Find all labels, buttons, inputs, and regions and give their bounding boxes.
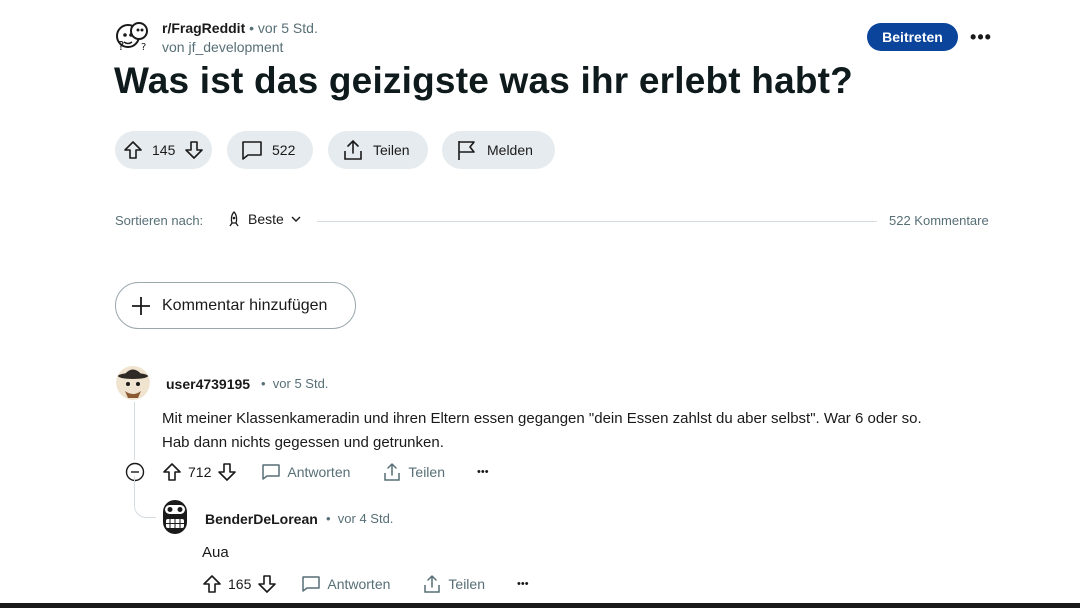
upvote-icon[interactable] — [202, 574, 222, 594]
reply-label: Antworten — [287, 464, 351, 480]
share-button[interactable]: Teilen — [382, 462, 445, 482]
meta-separator: • — [326, 511, 338, 526]
downvote-icon[interactable] — [184, 140, 204, 160]
comments-count: 522 — [272, 142, 296, 158]
svg-text:?: ? — [141, 42, 146, 53]
avatar[interactable] — [116, 364, 150, 400]
plus-icon — [130, 295, 152, 317]
svg-text:?: ? — [118, 39, 124, 53]
share-icon — [382, 462, 402, 482]
thread-line[interactable] — [134, 402, 135, 460]
share-button[interactable]: Teilen — [328, 131, 428, 169]
comment-body: Mit meiner Klassenkameradin und ihren El… — [162, 407, 1022, 455]
share-label: Teilen — [373, 142, 410, 158]
comment-line: Mit meiner Klassenkameradin und ihren El… — [162, 410, 922, 427]
sort-dropdown[interactable]: Beste — [226, 211, 302, 227]
reply-button[interactable]: Antworten — [301, 575, 390, 593]
reply-button[interactable]: Antworten — [261, 463, 350, 481]
add-comment-label: Kommentar hinzufügen — [162, 296, 328, 314]
report-label: Melden — [487, 142, 533, 158]
avatar[interactable] — [158, 498, 192, 536]
meta-separator: • — [249, 20, 258, 36]
share-button[interactable]: Teilen — [422, 574, 485, 594]
divider — [317, 221, 877, 222]
flag-icon — [456, 139, 478, 161]
comment-line: Hab dann nichts gegessen und getrunken. — [162, 434, 444, 451]
comment-count: 522 Kommentare — [889, 213, 989, 228]
comment-meta: • vor 4 Std. — [326, 511, 393, 526]
post-vote-count: 145 — [152, 142, 176, 158]
comment-more-button[interactable]: ••• — [477, 466, 489, 478]
upvote-icon[interactable] — [123, 140, 143, 160]
comments-button[interactable]: 522 — [227, 131, 313, 169]
rocket-icon — [226, 211, 242, 227]
post-author[interactable]: von jf_development — [162, 39, 283, 55]
reply-label: Antworten — [327, 576, 391, 592]
comment-meta: • vor 5 Std. — [261, 376, 328, 391]
post-title: Was ist das geizigste was ihr erlebt hab… — [114, 60, 853, 101]
downvote-icon[interactable] — [257, 574, 277, 594]
meta-separator: • — [261, 376, 273, 391]
comment-author[interactable]: user4739195 — [166, 376, 250, 392]
comment-icon — [301, 575, 321, 593]
comment-body: Aua — [202, 541, 502, 565]
comment-vote-count: 712 — [188, 464, 212, 480]
comment-more-button[interactable]: ••• — [517, 578, 529, 590]
comment-vote: 165 — [202, 574, 277, 594]
share-label: Teilen — [448, 576, 485, 592]
comment-author[interactable]: BenderDeLorean — [205, 511, 318, 527]
post-vote-pill: 145 — [115, 131, 212, 169]
screen-bottom-edge — [0, 603, 1080, 608]
share-icon — [342, 139, 364, 161]
comment-actions: 165 Antworten Teilen ••• — [202, 574, 529, 594]
share-label: Teilen — [408, 464, 445, 480]
thread-connector — [134, 476, 156, 518]
comment-icon — [261, 463, 281, 481]
report-button[interactable]: Melden — [442, 131, 555, 169]
subreddit-meta: r/FragReddit • vor 5 Std. — [162, 20, 318, 36]
upvote-icon[interactable] — [162, 462, 182, 482]
share-icon — [422, 574, 442, 594]
comment-icon — [241, 140, 263, 160]
comment-time: vor 4 Std. — [337, 511, 394, 526]
comment-line: Aua — [202, 544, 229, 561]
comment-vote-count: 165 — [228, 576, 252, 592]
subreddit-name[interactable]: r/FragReddit — [162, 20, 245, 36]
add-comment-button[interactable]: Kommentar hinzufügen — [115, 282, 356, 329]
subreddit-avatar[interactable]: ? ? — [114, 20, 152, 56]
comment-time: vor 5 Std. — [272, 376, 329, 391]
downvote-icon[interactable] — [217, 462, 237, 482]
chevron-down-icon — [290, 213, 302, 225]
comment-vote: 712 — [162, 462, 237, 482]
sort-label: Sortieren nach: — [115, 213, 204, 228]
post-time: vor 5 Std. — [257, 20, 318, 36]
post-more-button[interactable]: ••• — [964, 24, 998, 50]
comment-actions: 712 Antworten Teilen ••• — [162, 462, 489, 482]
sort-value: Beste — [248, 211, 284, 227]
join-button[interactable]: Beitreten — [867, 23, 958, 51]
